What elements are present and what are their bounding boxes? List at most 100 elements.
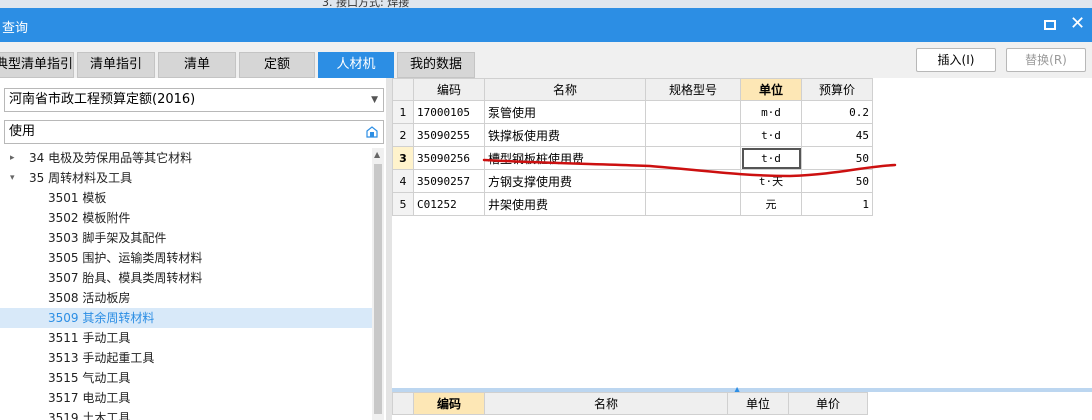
row-index: 1	[392, 100, 414, 124]
tree-item-label: 3503 脚手架及其配件	[48, 231, 167, 245]
tree-item[interactable]: 3507 胎具、模具类周转材料	[0, 268, 372, 288]
header-spec[interactable]: 规格型号	[645, 78, 741, 101]
tree-scrollbar[interactable]: ▲	[372, 148, 384, 420]
tree-item[interactable]: ▾ 35 周转材料及工具	[0, 168, 372, 188]
tab-bill[interactable]: 清单	[158, 52, 236, 78]
tree-item-label: 3517 电动工具	[48, 391, 131, 405]
tree-item[interactable]: 3511 手动工具	[0, 328, 372, 348]
tab-quota[interactable]: 定额	[239, 52, 315, 78]
header-unit[interactable]: 单位	[740, 78, 802, 101]
row-index: 3	[392, 146, 414, 170]
table-row[interactable]: 5 C01252 井架使用费 元 1	[392, 192, 873, 216]
search-input[interactable]: 使用	[4, 120, 384, 144]
table-row[interactable]: 4 35090257 方钢支撑使用费 t·天 50	[392, 169, 873, 193]
tree-item[interactable]: 3505 围护、运输类周转材料	[0, 248, 372, 268]
cell-price[interactable]: 45	[801, 123, 873, 147]
row-index: 4	[392, 169, 414, 193]
cell-unit[interactable]: m·d	[740, 100, 802, 124]
insert-button[interactable]: 插入(I)	[916, 48, 996, 72]
header-price[interactable]: 预算价	[801, 78, 873, 101]
tree-item[interactable]: 3501 模板	[0, 188, 372, 208]
close-icon[interactable]: ✕	[1070, 14, 1085, 34]
tab-typical-bill-guide[interactable]: 典型清单指引	[0, 52, 74, 78]
tree-item-label: 3508 活动板房	[48, 291, 131, 305]
cell-name[interactable]: 铁撑板使用费	[484, 123, 646, 147]
tree-item[interactable]: ▸ 34 电极及劳保用品等其它材料	[0, 148, 372, 168]
tree-item[interactable]: 3519 土木工具	[0, 408, 372, 420]
category-tree: ▸ 34 电极及劳保用品等其它材料 ▾ 35 周转材料及工具 3501 模板 3502 模…	[0, 148, 372, 420]
table-row-current[interactable]: 3 35090256 槽型钢板桩使用费 t·d 50	[392, 146, 873, 170]
tree-item-label: 3509 其余周转材料	[48, 311, 155, 325]
tree-item-label: 3511 手动工具	[48, 331, 131, 345]
header-name[interactable]: 名称	[484, 392, 728, 415]
tree-item-label: 3505 围护、运输类周转材料	[48, 251, 203, 265]
result-grid: 编码 名称 规格型号 单位 预算价 1 17000105 泵管使用 m·d 0.…	[392, 78, 873, 216]
cell-spec[interactable]	[645, 169, 741, 193]
header-index	[392, 392, 414, 415]
header-unit-price[interactable]: 单价	[788, 392, 868, 415]
cell-spec[interactable]	[645, 146, 741, 170]
tree-item-label: 35 周转材料及工具	[29, 171, 133, 185]
dialog-titlebar[interactable]: 查询 ✕	[0, 8, 1092, 42]
cell-unit[interactable]: t·d	[740, 123, 802, 147]
cell-code[interactable]: 17000105	[413, 100, 485, 124]
header-code[interactable]: 编码	[413, 78, 485, 101]
tree-item-label: 34 电极及劳保用品等其它材料	[29, 151, 193, 165]
cell-price[interactable]: 50	[801, 169, 873, 193]
cell-unit[interactable]: t·天	[740, 169, 802, 193]
tree-item[interactable]: 3513 手动起重工具	[0, 348, 372, 368]
collapse-icon[interactable]: ▾	[10, 168, 20, 188]
tree-item-label: 3501 模板	[48, 191, 107, 205]
tab-my-data[interactable]: 我的数据	[397, 52, 475, 78]
cell-code[interactable]: C01252	[413, 192, 485, 216]
detail-grid-pane: 编码 名称 单位 单价	[392, 392, 1092, 420]
cell-name[interactable]: 井架使用费	[484, 192, 646, 216]
tree-item[interactable]: 3502 模板附件	[0, 208, 372, 228]
cell-code[interactable]: 35090257	[413, 169, 485, 193]
cell-price[interactable]: 1	[801, 192, 873, 216]
detail-grid: 编码 名称 单位 单价	[392, 392, 868, 415]
row-index: 2	[392, 123, 414, 147]
tree-item[interactable]: 3508 活动板房	[0, 288, 372, 308]
tree-item-label: 3507 胎具、模具类周转材料	[48, 271, 203, 285]
cell-name[interactable]: 槽型钢板桩使用费	[484, 146, 646, 170]
tree-item[interactable]: 3517 电动工具	[0, 388, 372, 408]
cell-name[interactable]: 泵管使用	[484, 100, 646, 124]
quota-library-value: 河南省市政工程预算定额(2016)	[9, 92, 196, 107]
table-row[interactable]: 2 35090255 铁撑板使用费 t·d 45	[392, 123, 873, 147]
cell-price[interactable]: 50	[801, 146, 873, 170]
dialog-title: 查询	[2, 21, 29, 36]
tab-bill-guide[interactable]: 清单指引	[77, 52, 155, 78]
tree-item[interactable]: 3509 其余周转材料	[0, 308, 372, 328]
tree-item[interactable]: 3515 气动工具	[0, 368, 372, 388]
header-unit[interactable]: 单位	[727, 392, 789, 415]
quota-library-select[interactable]: 河南省市政工程预算定额(2016) ▼	[4, 88, 384, 112]
search-input-value: 使用	[9, 124, 36, 139]
cell-code[interactable]: 35090255	[413, 123, 485, 147]
chevron-down-icon[interactable]: ▼	[371, 89, 378, 111]
tree-item[interactable]: 3503 脚手架及其配件	[0, 228, 372, 248]
result-grid-pane: 编码 名称 规格型号 单位 预算价 1 17000105 泵管使用 m·d 0.…	[392, 78, 1092, 388]
cell-spec[interactable]	[645, 123, 741, 147]
scroll-up-icon[interactable]: ▲	[374, 150, 380, 159]
tree-item-label: 3515 气动工具	[48, 371, 131, 385]
cell-unit[interactable]: 元	[740, 192, 802, 216]
cell-code[interactable]: 35090256	[413, 146, 485, 170]
maximize-icon[interactable]	[1044, 20, 1056, 30]
expand-icon[interactable]: ▸	[10, 148, 20, 168]
cell-name[interactable]: 方钢支撑使用费	[484, 169, 646, 193]
search-icon[interactable]	[366, 126, 378, 138]
left-pane: 河南省市政工程预算定额(2016) ▼ 使用 ▸ 34 电极及劳保用品等其它材料 ▾…	[0, 78, 386, 420]
cell-spec[interactable]	[645, 192, 741, 216]
cell-price[interactable]: 0.2	[801, 100, 873, 124]
cell-spec[interactable]	[645, 100, 741, 124]
header-code[interactable]: 编码	[413, 392, 485, 415]
cell-unit-focused[interactable]: t·d	[740, 146, 802, 170]
header-name[interactable]: 名称	[484, 78, 646, 101]
scrollbar-thumb[interactable]	[374, 164, 382, 414]
tree-item-label: 3502 模板附件	[48, 211, 131, 225]
background-window-text: 3. 接口方式: 焊接	[322, 0, 410, 8]
table-row[interactable]: 1 17000105 泵管使用 m·d 0.2	[392, 100, 873, 124]
tab-labor-material-machine[interactable]: 人材机	[318, 52, 394, 78]
replace-button[interactable]: 替换(R)	[1006, 48, 1086, 72]
